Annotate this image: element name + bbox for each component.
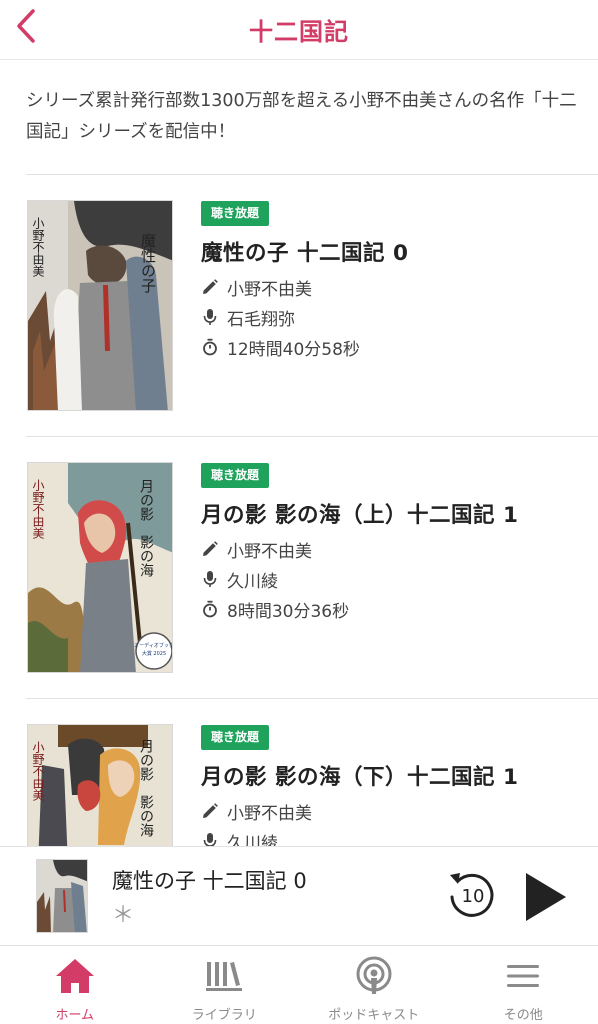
unlimited-badge: 聴き放題 [201,725,270,750]
podcast-icon [352,956,396,996]
author-line: 小野不由美 [201,274,312,300]
svg-text:オーディオブック: オーディオブック [134,642,173,649]
author-line: 小野不由美 [201,798,312,824]
book-row[interactable]: 月の影 影の海 小野不由美 聴き放題 月の影 影の海（下）十二国記 1 小野不由… [0,698,598,846]
play-icon [526,873,566,921]
author-line: 小野不由美 [201,536,312,562]
chevron-left-icon [17,9,35,43]
cover-title-text: 月の影 影の海 [138,479,154,577]
tab-home[interactable]: ホーム [0,946,150,1024]
library-icon [202,956,246,996]
cover-author-text: 小野不由美 [31,217,45,277]
book-row[interactable]: オーディオブック 大賞 2025 月の影 影の海 小野不由美 聴き放題 月の影 … [0,436,598,698]
player-cover[interactable] [36,859,88,933]
duration-line: 12時間40分58秒 [201,334,360,360]
menu-icon [501,956,545,996]
timer-icon [201,600,219,618]
book-row[interactable]: 魔性の子 小野不由美 聴き放題 魔性の子 十二国記 0 小野不由美 石毛翔弥 1… [0,174,598,436]
cover-title-text: 魔性の子 [139,233,157,293]
unlimited-badge: 聴き放題 [201,463,270,488]
book-title[interactable]: 月の影 影の海（下）十二国記 1 [201,760,518,791]
microphone-icon [201,570,219,588]
tab-library[interactable]: ライブラリ [150,946,300,1024]
mini-player[interactable]: 魔性の子 十二国記 0 ＊ 10 [0,846,598,946]
cover-art: オーディオブック 大賞 2025 月の影 影の海 小野不由美 [28,463,173,672]
tab-podcast[interactable]: ポッドキャスト [299,946,449,1024]
tab-bar: ホーム ライブラリ ポッドキャスト その他 [0,946,598,1024]
home-icon [53,956,97,996]
player-cover-art [37,860,87,932]
tab-label: ポッドキャスト [328,1008,420,1023]
duration-line: 8時間30分36秒 [201,596,349,622]
cover-art: 魔性の子 小野不由美 [28,201,172,410]
svg-text:大賞 2025: 大賞 2025 [142,650,166,657]
page-title: 十二国記 [249,18,349,46]
cover-author-text: 小野不由美 [31,479,45,539]
duration-text: 8時間30分36秒 [227,601,350,622]
tab-label: ホーム [55,1008,95,1023]
book-cover[interactable]: オーディオブック 大賞 2025 月の影 影の海 小野不由美 [27,462,173,673]
tab-label: ライブラリ [191,1008,257,1023]
series-description: シリーズ累計発行部数1300万部を超える小野不由美さんの名作「十二国記」シリーズ… [26,91,577,142]
pencil-icon [201,278,219,296]
play-button[interactable] [520,869,570,925]
book-cover[interactable]: 月の影 影の海 小野不由美 [27,724,173,846]
narrator-name: 久川綾 [227,571,278,592]
author-name: 小野不由美 [227,803,312,824]
rewind-button[interactable]: 10 [444,867,500,923]
microphone-icon [201,308,219,326]
author-name: 小野不由美 [227,541,312,562]
pencil-icon [201,802,219,820]
player-title[interactable]: 魔性の子 十二国記 0 [112,865,307,895]
book-cover[interactable]: 魔性の子 小野不由美 [27,200,173,411]
player-subtitle: ＊ [112,903,135,928]
back-button[interactable] [6,4,46,48]
cover-art: 月の影 影の海 小野不由美 [28,725,172,846]
duration-text: 12時間40分58秒 [227,339,360,360]
microphone-icon [201,832,219,846]
tab-more[interactable]: その他 [449,946,598,1024]
pencil-icon [201,540,219,558]
unlimited-badge: 聴き放題 [201,201,270,226]
narrator-line: 石毛翔弥 [201,304,295,330]
narrator-name: 石毛翔弥 [227,309,295,330]
rewind-seconds: 10 [462,886,485,907]
timer-icon [201,338,219,356]
rewind-10-icon: 10 [450,873,494,917]
book-title[interactable]: 月の影 影の海（上）十二国記 1 [201,498,518,529]
narrator-line: 久川綾 [201,828,278,846]
narrator-line: 久川綾 [201,566,278,592]
book-title[interactable]: 魔性の子 十二国記 0 [201,236,408,267]
cover-title-text: 月の影 影の海 [138,739,154,837]
app-header: 十二国記 [0,0,598,60]
author-name: 小野不由美 [227,279,312,300]
tab-label: その他 [503,1008,543,1023]
cover-author-text: 小野不由美 [31,741,45,801]
narrator-name: 久川綾 [227,833,278,847]
